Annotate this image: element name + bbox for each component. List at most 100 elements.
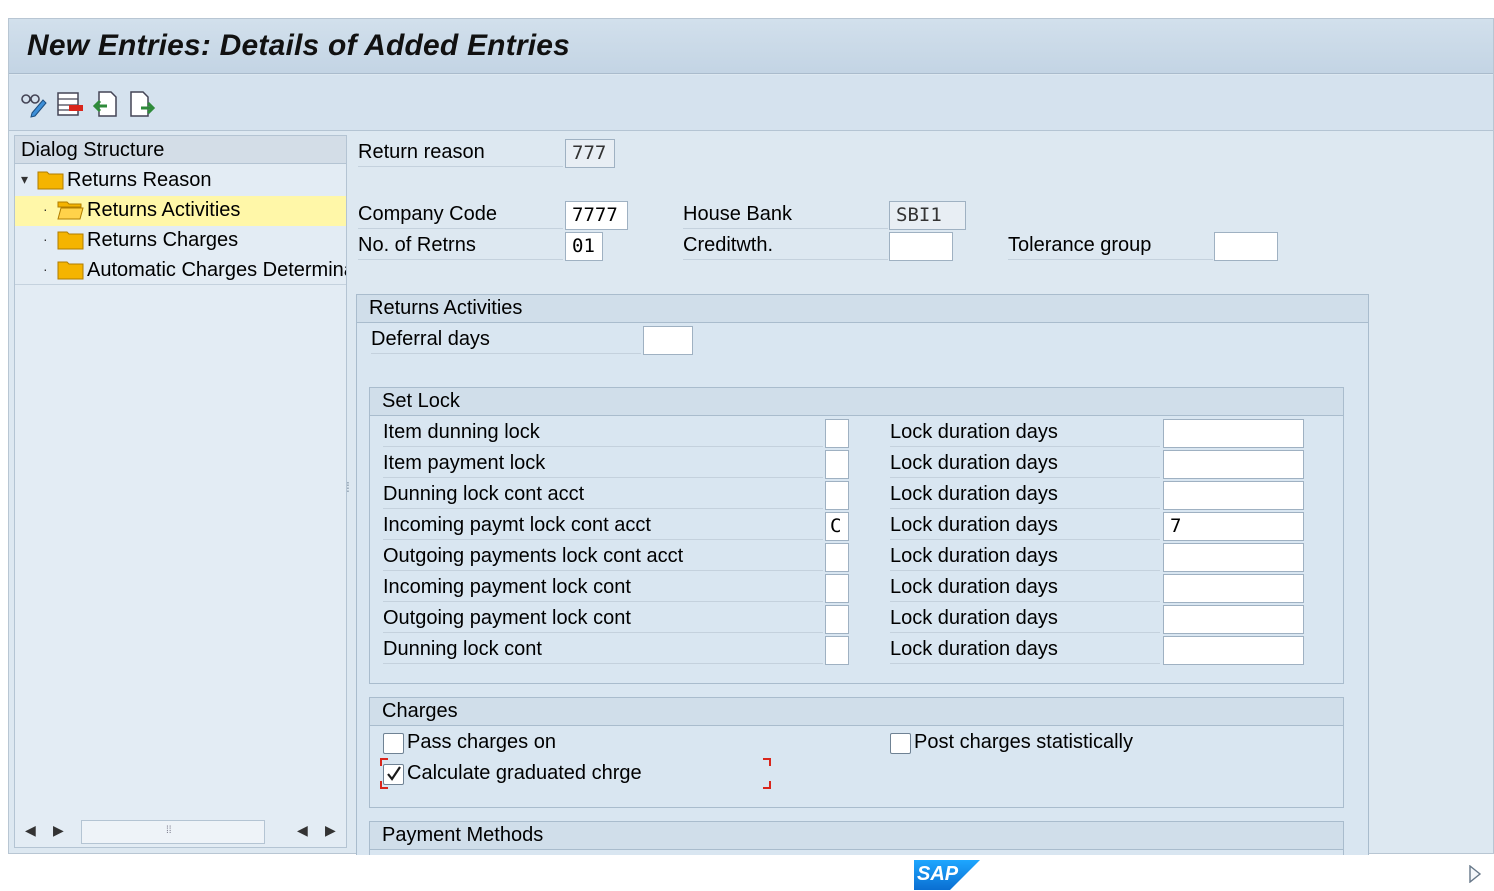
open-folder-icon	[57, 201, 84, 220]
tree-header: Dialog Structure	[15, 136, 346, 164]
tree-horizontal-scrollbar[interactable]: ◀ ▶ ⁞⁞ ◀ ▶	[15, 817, 346, 847]
lock-duration-label: Lock duration days	[890, 419, 1160, 447]
tree-divider	[15, 284, 346, 285]
company-code-field[interactable]: 7777	[565, 201, 628, 230]
lock-duration-label: Lock duration days	[890, 574, 1160, 602]
lock-row-label: Incoming paymt lock cont acct	[383, 512, 823, 540]
company-code-label: Company Code	[358, 201, 563, 229]
returns-activities-title: Returns Activities	[357, 295, 1368, 323]
lock-row-label: Incoming payment lock cont	[383, 574, 823, 602]
lock-duration-label: Lock duration days	[890, 450, 1160, 478]
dialog-structure-tree: Dialog Structure ▾ Returns Reason · Retu…	[14, 135, 347, 848]
tree-item-returns-charges[interactable]: · Returns Charges	[15, 226, 346, 256]
lock-row-label: Dunning lock cont	[383, 636, 823, 664]
lock-code-field[interactable]	[825, 481, 849, 510]
tree-bullet: ·	[43, 261, 48, 277]
lock-duration-field[interactable]	[1163, 450, 1304, 479]
lock-duration-field[interactable]	[1163, 419, 1304, 448]
lock-row-label: Dunning lock cont acct	[383, 481, 823, 509]
set-lock-group: Set Lock Item dunning lock Lock duration…	[369, 387, 1344, 684]
returns-activities-group: Returns Activities Deferral days Set Loc…	[356, 294, 1369, 881]
tree-item-returns-reason[interactable]: ▾ Returns Reason	[15, 166, 346, 196]
tolerance-group-field[interactable]	[1214, 232, 1278, 261]
glasses-pencil-icon[interactable]	[19, 89, 49, 119]
post-charges-statistically-checkbox[interactable]	[890, 733, 911, 754]
tolerance-group-label: Tolerance group	[1008, 232, 1213, 260]
return-reason-field[interactable]: 777	[565, 139, 615, 168]
tree-bullet: ·	[43, 201, 48, 217]
folder-icon	[57, 231, 84, 250]
folder-icon	[37, 171, 64, 190]
expand-arrow-icon[interactable]: ▾	[21, 171, 28, 188]
tree-bullet: ·	[43, 231, 48, 247]
deferral-days-field[interactable]	[643, 326, 693, 355]
lock-duration-field[interactable]	[1163, 543, 1304, 572]
scroll-right-icon[interactable]: ▶	[325, 822, 336, 839]
focus-frame-corner	[763, 781, 771, 789]
status-bar: SAP	[0, 855, 1494, 891]
delete-row-icon[interactable]	[55, 89, 85, 119]
focus-frame-corner	[380, 781, 388, 789]
lock-code-field[interactable]	[825, 605, 849, 634]
scroll-track[interactable]: ⁞⁞	[81, 820, 265, 844]
lock-row-label: Outgoing payments lock cont acct	[383, 543, 823, 571]
lock-code-field[interactable]	[825, 450, 849, 479]
pass-charges-on-checkbox[interactable]	[383, 733, 404, 754]
scroll-left-icon[interactable]: ◀	[297, 822, 308, 839]
creditwth-field[interactable]	[889, 232, 953, 261]
payment-methods-title: Payment Methods	[370, 822, 1343, 850]
page-title: New Entries: Details of Added Entries	[27, 29, 571, 62]
lock-code-field[interactable]	[825, 574, 849, 603]
lock-code-field[interactable]	[825, 636, 849, 665]
lock-code-field[interactable]: C	[825, 512, 849, 541]
set-lock-title: Set Lock	[370, 388, 1343, 416]
folder-icon	[57, 261, 84, 280]
application-toolbar	[9, 75, 1493, 131]
expand-status-icon[interactable]	[1468, 865, 1482, 883]
lock-code-field[interactable]	[825, 419, 849, 448]
calculate-graduated-label[interactable]: Calculate graduated chrge	[407, 762, 642, 785]
house-bank-label: House Bank	[683, 201, 888, 229]
focus-frame-corner	[763, 758, 771, 766]
house-bank-field[interactable]: SBI1	[889, 201, 966, 230]
no-of-retrns-field[interactable]: 01	[565, 232, 603, 261]
lock-duration-field[interactable]	[1163, 481, 1304, 510]
no-of-retrns-label: No. of Retrns	[358, 232, 563, 260]
lock-duration-label: Lock duration days	[890, 605, 1160, 633]
title-bar: New Entries: Details of Added Entries	[9, 19, 1493, 74]
return-reason-label: Return reason	[358, 139, 563, 167]
tree-item-label: Returns Activities	[87, 199, 241, 221]
lock-row-label: Item dunning lock	[383, 419, 823, 447]
tree-item-label: Returns Charges	[87, 229, 239, 251]
tree-item-label: Returns Reason	[67, 169, 212, 191]
pane-splitter-handle[interactable]: ⁞	[346, 479, 350, 495]
tree-item-label: Automatic Charges Determina	[87, 259, 346, 281]
lock-duration-field[interactable]	[1163, 605, 1304, 634]
scroll-grip-icon[interactable]: ⁞⁞	[166, 825, 172, 836]
lock-duration-field[interactable]: 7	[1163, 512, 1304, 541]
tree-item-automatic-charges[interactable]: · Automatic Charges Determina	[15, 256, 346, 286]
previous-entry-icon[interactable]	[91, 89, 121, 119]
lock-row-label: Item payment lock	[383, 450, 823, 478]
next-entry-icon[interactable]	[127, 89, 157, 119]
tree-item-returns-activities[interactable]: · Returns Activities	[15, 196, 346, 226]
scroll-right-icon[interactable]: ▶	[53, 822, 64, 839]
lock-duration-field[interactable]	[1163, 574, 1304, 603]
lock-duration-label: Lock duration days	[890, 636, 1160, 664]
lock-duration-label: Lock duration days	[890, 512, 1160, 540]
lock-duration-field[interactable]	[1163, 636, 1304, 665]
lock-duration-label: Lock duration days	[890, 543, 1160, 571]
charges-title: Charges	[370, 698, 1343, 726]
creditwth-label: Creditwth.	[683, 232, 888, 260]
deferral-days-label: Deferral days	[371, 326, 641, 354]
scroll-left-icon[interactable]: ◀	[25, 822, 36, 839]
sap-logo-text: SAP	[917, 863, 959, 885]
lock-row-label: Outgoing payment lock cont	[383, 605, 823, 633]
focus-frame-corner	[380, 758, 388, 766]
lock-duration-label: Lock duration days	[890, 481, 1160, 509]
lock-code-field[interactable]	[825, 543, 849, 572]
post-charges-statistically-label[interactable]: Post charges statistically	[914, 731, 1133, 754]
pass-charges-on-label[interactable]: Pass charges on	[407, 731, 556, 754]
charges-group: Charges Pass charges on Post charges sta…	[369, 697, 1344, 808]
main-window: New Entries: Details of Added Entries Di…	[8, 18, 1494, 881]
